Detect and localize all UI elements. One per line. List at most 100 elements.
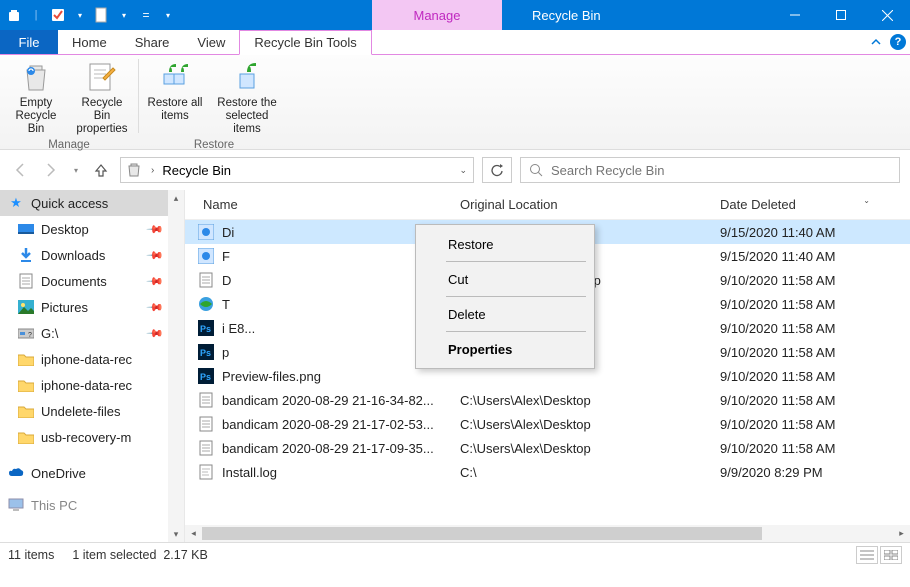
scroll-down-icon[interactable]: ▾ — [168, 526, 184, 542]
share-tab[interactable]: Share — [121, 30, 184, 54]
qat-dropdown-2[interactable]: ▾ — [114, 5, 134, 25]
properties-qat-icon[interactable] — [48, 5, 68, 25]
file-icon: Ps — [197, 319, 215, 337]
collapse-ribbon-button[interactable] — [866, 30, 886, 54]
sidebar-item[interactable]: usb-recovery-m — [0, 424, 184, 450]
col-name[interactable]: Name — [185, 197, 460, 212]
pin-icon: 📌 — [146, 324, 165, 343]
recycle-bin-tools-tab[interactable]: Recycle Bin Tools — [239, 30, 371, 55]
minimize-button[interactable] — [772, 0, 818, 30]
manage-contextual-tab[interactable]: Manage — [372, 0, 502, 30]
back-button[interactable] — [10, 159, 32, 181]
sidebar-item[interactable]: Undelete-files — [0, 398, 184, 424]
view-tab[interactable]: View — [183, 30, 239, 54]
this-pc-item[interactable]: This PC — [0, 492, 184, 518]
empty-recycle-bin-button[interactable]: Empty Recycle Bin — [6, 57, 66, 137]
help-button[interactable]: ? — [886, 30, 910, 54]
hscroll-thumb[interactable] — [202, 527, 762, 540]
column-headers: Name Original Location Date Deleted ⌄ — [185, 190, 910, 220]
restore-all-icon — [157, 59, 193, 95]
qat-customize-icon[interactable]: = — [136, 5, 156, 25]
breadcrumb-location[interactable]: Recycle Bin — [162, 163, 231, 178]
ctx-sep-2 — [446, 296, 586, 297]
quick-access-header[interactable]: ★ Quick access — [0, 190, 184, 216]
sidebar-scrollbar[interactable]: ▴ ▾ — [168, 190, 184, 542]
recycle-bin-icon[interactable] — [4, 5, 24, 25]
sidebar-item-icon — [18, 221, 34, 237]
sort-indicator-icon: ⌄ — [863, 196, 870, 205]
hscroll-right-icon[interactable]: ▸ — [893, 525, 910, 542]
forward-button[interactable] — [40, 159, 62, 181]
sidebar-item[interactable]: ?G:\📌 — [0, 320, 184, 346]
properties-icon — [84, 59, 120, 95]
pc-icon — [8, 497, 24, 513]
main-area: ★ Quick access Desktop📌Downloads📌Documen… — [0, 190, 910, 542]
new-doc-qat-icon[interactable] — [92, 5, 112, 25]
window-title: Recycle Bin — [502, 0, 772, 30]
close-button[interactable] — [864, 0, 910, 30]
file-icon — [197, 391, 215, 409]
horizontal-scrollbar[interactable]: ◂ ▸ — [185, 525, 910, 542]
recent-dropdown[interactable]: ▾ — [70, 159, 82, 181]
sidebar-item-icon — [18, 247, 34, 263]
ribbon: Empty Recycle Bin Recycle Bin properties… — [0, 55, 910, 150]
sidebar-item[interactable]: Downloads📌 — [0, 242, 184, 268]
ribbon-group-restore: Restore all items Restore the selected i… — [139, 55, 289, 149]
breadcrumb-chevron-icon[interactable]: › — [149, 165, 156, 176]
hscroll-left-icon[interactable]: ◂ — [185, 525, 202, 542]
sidebar-item[interactable]: Pictures📌 — [0, 294, 184, 320]
home-tab[interactable]: Home — [58, 30, 121, 54]
details-view-button[interactable] — [856, 546, 878, 564]
file-name: bandicam 2020-08-29 21-16-34-82... — [222, 393, 434, 408]
sidebar-item-label: Downloads — [41, 248, 105, 263]
status-selection: 1 item selected 2.17 KB — [72, 548, 208, 562]
onedrive-item[interactable]: OneDrive — [0, 460, 184, 486]
cloud-icon — [8, 465, 24, 481]
restore-all-label: Restore all items — [145, 97, 205, 123]
recycle-bin-properties-button[interactable]: Recycle Bin properties — [72, 57, 132, 137]
col-original-location[interactable]: Original Location — [460, 197, 720, 212]
restore-all-button[interactable]: Restore all items — [145, 57, 205, 137]
file-icon — [197, 271, 215, 289]
sidebar-item[interactable]: iphone-data-rec — [0, 346, 184, 372]
thumbnails-view-button[interactable] — [880, 546, 902, 564]
address-dropdown-icon[interactable]: ⌄ — [457, 165, 469, 176]
file-row[interactable]: bandicam 2020-08-29 21-17-09-35...C:\Use… — [185, 436, 910, 460]
titlebar: | ▾ ▾ = ▾ Manage Recycle Bin — [0, 0, 910, 30]
file-date: 9/10/2020 11:58 AM — [720, 441, 910, 456]
pin-icon: 📌 — [146, 220, 165, 239]
up-button[interactable] — [90, 159, 112, 181]
ctx-restore[interactable]: Restore — [418, 229, 592, 259]
ctx-cut[interactable]: Cut — [418, 264, 592, 294]
restore-group-label: Restore — [194, 137, 234, 154]
file-icon: Ps — [197, 343, 215, 361]
properties-label: Recycle Bin properties — [72, 97, 132, 137]
window-controls — [772, 0, 910, 30]
restore-selected-button[interactable]: Restore the selected items — [211, 57, 283, 137]
file-row[interactable]: Install.logC:\9/9/2020 8:29 PM — [185, 460, 910, 484]
navigation-pane: ★ Quick access Desktop📌Downloads📌Documen… — [0, 190, 185, 542]
sidebar-item[interactable]: iphone-data-rec — [0, 372, 184, 398]
ctx-properties[interactable]: Properties — [418, 334, 592, 364]
file-icon — [197, 295, 215, 313]
context-menu: Restore Cut Delete Properties — [415, 224, 595, 369]
file-row[interactable]: bandicam 2020-08-29 21-16-34-82...C:\Use… — [185, 388, 910, 412]
onedrive-label: OneDrive — [31, 466, 86, 481]
sidebar-item[interactable]: Documents📌 — [0, 268, 184, 294]
address-bar[interactable]: › Recycle Bin ⌄ — [120, 157, 474, 183]
refresh-button[interactable] — [482, 157, 512, 183]
file-tab[interactable]: File — [0, 30, 58, 54]
search-input[interactable] — [551, 163, 891, 178]
file-icon — [197, 247, 215, 265]
col-date-deleted[interactable]: Date Deleted ⌄ — [720, 197, 910, 212]
file-date: 9/10/2020 11:58 AM — [720, 273, 910, 288]
maximize-button[interactable] — [818, 0, 864, 30]
file-row[interactable]: bandicam 2020-08-29 21-17-02-53...C:\Use… — [185, 412, 910, 436]
ctx-delete[interactable]: Delete — [418, 299, 592, 329]
qat-customize-dropdown[interactable]: ▾ — [158, 5, 178, 25]
sidebar-item[interactable]: Desktop📌 — [0, 216, 184, 242]
search-box[interactable] — [520, 157, 900, 183]
scroll-up-icon[interactable]: ▴ — [168, 190, 184, 206]
hscroll-track[interactable] — [202, 525, 893, 542]
qat-dropdown-1[interactable]: ▾ — [70, 5, 90, 25]
